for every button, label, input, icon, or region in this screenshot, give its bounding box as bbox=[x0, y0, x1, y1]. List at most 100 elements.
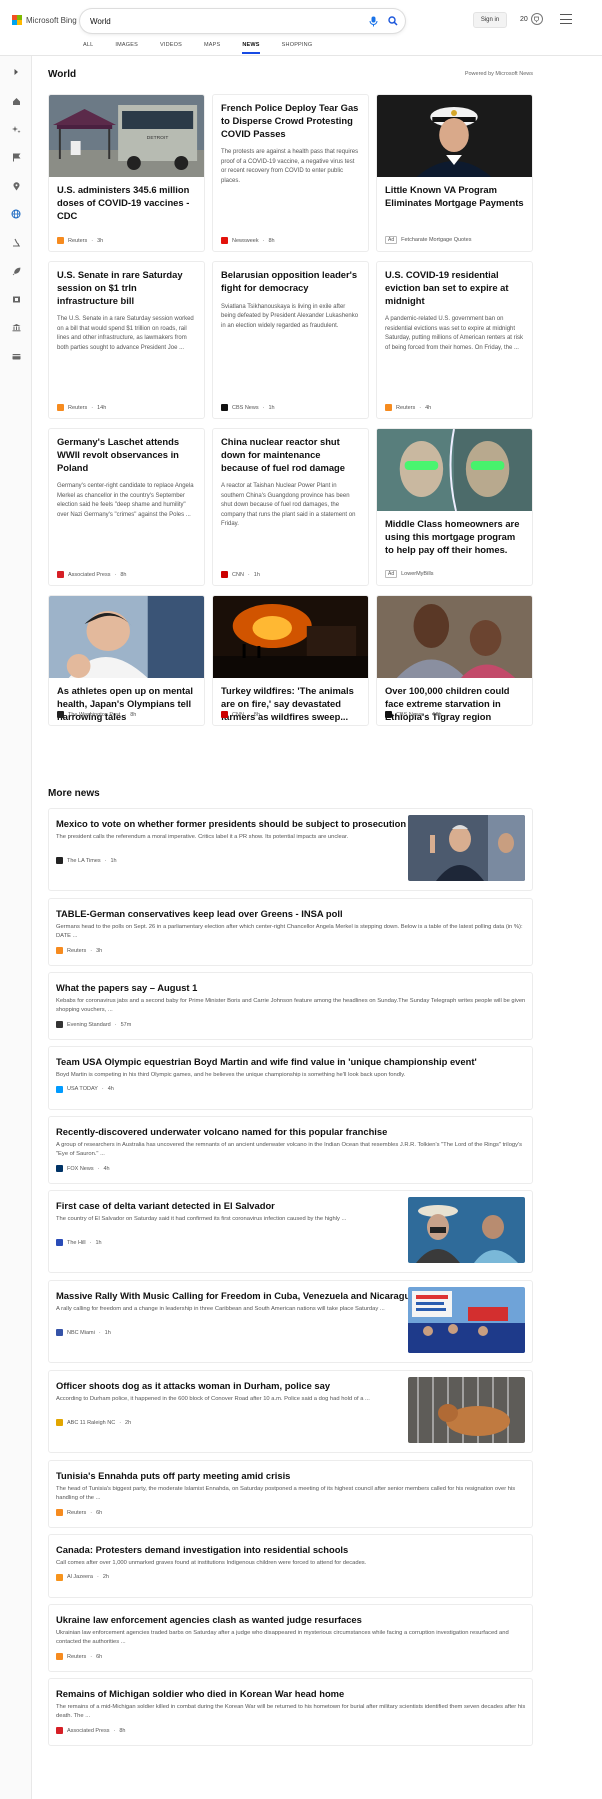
news-card[interactable]: DETROIT U.S. administers 345.6 million do… bbox=[48, 94, 205, 252]
source-name: The LA Times bbox=[67, 857, 101, 864]
more-news-item[interactable]: Canada: Protesters demand investigation … bbox=[48, 1534, 533, 1598]
item-source: Reuters · 3h bbox=[56, 947, 102, 954]
more-news-item[interactable]: Massive Rally With Music Calling for Fre… bbox=[48, 1280, 533, 1363]
card-headline[interactable]: China nuclear reactor shut down for main… bbox=[221, 436, 360, 474]
film-icon[interactable] bbox=[8, 291, 24, 307]
item-headline[interactable]: Massive Rally With Music Calling for Fre… bbox=[56, 1290, 415, 1301]
search-box[interactable]: World bbox=[80, 9, 405, 33]
item-headline[interactable]: TABLE-German conservatives keep lead ove… bbox=[56, 908, 343, 919]
item-snippet: Call comes after over 1,000 unmarked gra… bbox=[56, 1560, 367, 1566]
source-logo-icon bbox=[221, 571, 228, 578]
publish-time: 14h bbox=[97, 404, 107, 411]
more-news-item[interactable]: TABLE-German conservatives keep lead ove… bbox=[48, 898, 533, 966]
source-name: Reuters bbox=[396, 404, 416, 411]
news-card[interactable]: Belarusian opposition leader's fight for… bbox=[212, 261, 369, 419]
publish-time: 2h bbox=[125, 1419, 132, 1426]
item-headline[interactable]: Ukraine law enforcement agencies clash a… bbox=[56, 1614, 362, 1625]
card-image[interactable] bbox=[377, 596, 532, 678]
item-headline[interactable]: Team USA Olympic equestrian Boyd Martin … bbox=[56, 1056, 477, 1067]
tab-shopping[interactable]: SHOPPING bbox=[282, 40, 313, 54]
hamburger-menu-icon[interactable] bbox=[560, 14, 572, 24]
card-headline[interactable]: Little Known VA Program Eliminates Mortg… bbox=[385, 184, 524, 210]
separator-dot: · bbox=[247, 571, 250, 578]
card-snippet: Sviatlana Tsikhanouskaya is living in ex… bbox=[221, 303, 359, 329]
card-source: CBS News · 1h bbox=[221, 404, 275, 411]
item-headline[interactable]: First case of delta variant detected in … bbox=[56, 1200, 275, 1211]
card-image[interactable] bbox=[213, 596, 368, 678]
tab-news[interactable]: NEWS bbox=[242, 40, 260, 54]
more-news-item[interactable]: First case of delta variant detected in … bbox=[48, 1190, 533, 1273]
publish-time: 8h bbox=[268, 237, 275, 244]
more-news-item[interactable]: Recently-discovered underwater volcano n… bbox=[48, 1116, 533, 1184]
publish-time: 1h bbox=[104, 1329, 111, 1336]
news-card[interactable]: Germany's Laschet attends WWII revolt ob… bbox=[48, 428, 205, 586]
card-headline[interactable]: U.S. COVID-19 residential eviction ban s… bbox=[385, 269, 524, 307]
tab-maps[interactable]: MAPS bbox=[204, 40, 220, 54]
card-source: CBS News · 10h bbox=[385, 711, 442, 718]
ad-card[interactable]: Middle Class homeowners are using this m… bbox=[376, 428, 533, 586]
card-image[interactable] bbox=[49, 596, 204, 678]
chevron-right-icon[interactable] bbox=[8, 64, 24, 80]
search-input[interactable]: World bbox=[90, 17, 365, 26]
news-card[interactable]: Turkey wildfires: 'The animals are on fi… bbox=[212, 595, 369, 726]
card-headline[interactable]: Belarusian opposition leader's fight for… bbox=[221, 269, 360, 295]
flag-icon[interactable] bbox=[8, 149, 24, 165]
more-news-item[interactable]: Ukraine law enforcement agencies clash a… bbox=[48, 1604, 533, 1672]
card-headline[interactable]: U.S. Senate in rare Saturday session on … bbox=[57, 269, 196, 307]
tab-all[interactable]: ALL bbox=[83, 40, 93, 54]
card-image[interactable] bbox=[377, 429, 532, 511]
card-image[interactable]: DETROIT bbox=[49, 95, 204, 177]
source-name: USA TODAY bbox=[67, 1086, 98, 1092]
card-headline[interactable]: French Police Deploy Tear Gas to Dispers… bbox=[221, 102, 360, 140]
tab-images[interactable]: IMAGES bbox=[115, 40, 138, 54]
item-headline[interactable]: Mexico to vote on whether former preside… bbox=[56, 818, 406, 829]
item-source: The LA Times · 1h bbox=[56, 857, 117, 864]
bing-logo[interactable]: Microsoft Bing bbox=[12, 15, 77, 25]
news-card[interactable]: French Police Deploy Tear Gas to Dispers… bbox=[212, 94, 369, 252]
separator-dot: · bbox=[97, 1165, 100, 1172]
tab-videos[interactable]: VIDEOS bbox=[160, 40, 182, 54]
news-card[interactable]: China nuclear reactor shut down for main… bbox=[212, 428, 369, 586]
powered-by-label[interactable]: Powered by Microsoft News bbox=[465, 71, 533, 77]
item-headline[interactable]: Remains of Michigan soldier who died in … bbox=[56, 1688, 344, 1699]
item-snippet: Kebabs for coronavirus jabs and a second… bbox=[56, 998, 526, 1014]
news-card[interactable]: U.S. Senate in rare Saturday session on … bbox=[48, 261, 205, 419]
rewards-button[interactable]: 20 bbox=[520, 13, 543, 25]
item-headline[interactable]: Recently-discovered underwater volcano n… bbox=[56, 1126, 387, 1137]
separator-dot: · bbox=[97, 1574, 99, 1580]
news-card[interactable]: As athletes open up on mental health, Ja… bbox=[48, 595, 205, 726]
item-headline[interactable]: Officer shoots dog as it attacks woman i… bbox=[56, 1380, 330, 1391]
news-card[interactable]: Over 100,000 children could face extreme… bbox=[376, 595, 533, 726]
ad-card[interactable]: Little Known VA Program Eliminates Mortg… bbox=[376, 94, 533, 252]
card-image[interactable] bbox=[377, 95, 532, 177]
source-logo-icon bbox=[56, 1727, 63, 1734]
card-headline[interactable]: Germany's Laschet attends WWII revolt ob… bbox=[57, 436, 196, 474]
item-headline[interactable]: Canada: Protesters demand investigation … bbox=[56, 1544, 348, 1555]
sign-in-button[interactable]: Sign in bbox=[473, 12, 507, 28]
publish-time: 3h bbox=[97, 237, 104, 244]
microscope-icon[interactable] bbox=[8, 234, 24, 250]
more-news-item[interactable]: Officer shoots dog as it attacks woman i… bbox=[48, 1370, 533, 1453]
home-icon[interactable] bbox=[8, 93, 24, 109]
more-news-item[interactable]: Remains of Michigan soldier who died in … bbox=[48, 1678, 533, 1746]
source-name: Associated Press bbox=[68, 571, 111, 578]
publish-time: 4h bbox=[103, 1165, 110, 1172]
globe-icon[interactable] bbox=[8, 206, 24, 222]
more-news-item[interactable]: Tunisia's Ennahda puts off party meeting… bbox=[48, 1460, 533, 1528]
news-card[interactable]: U.S. COVID-19 residential eviction ban s… bbox=[376, 261, 533, 419]
sparkles-icon[interactable] bbox=[8, 121, 24, 137]
item-headline[interactable]: Tunisia's Ennahda puts off party meeting… bbox=[56, 1470, 290, 1481]
card-headline[interactable]: Middle Class homeowners are using this m… bbox=[385, 518, 524, 556]
card-icon[interactable] bbox=[8, 348, 24, 364]
item-headline[interactable]: What the papers say – August 1 bbox=[56, 982, 197, 993]
building-icon[interactable] bbox=[8, 319, 24, 335]
rocket-icon[interactable] bbox=[8, 263, 24, 279]
search-icon[interactable] bbox=[385, 13, 401, 29]
more-news-item[interactable]: Team USA Olympic equestrian Boyd Martin … bbox=[48, 1046, 533, 1110]
card-headline[interactable]: U.S. administers 345.6 million doses of … bbox=[57, 184, 196, 222]
more-news-item[interactable]: What the papers say – August 1 Kebabs for… bbox=[48, 972, 533, 1040]
card-source: Reuters · 3h bbox=[57, 237, 103, 244]
microphone-icon[interactable] bbox=[365, 13, 381, 29]
more-news-item[interactable]: Mexico to vote on whether former preside… bbox=[48, 808, 533, 891]
location-pin-icon[interactable] bbox=[8, 178, 24, 194]
